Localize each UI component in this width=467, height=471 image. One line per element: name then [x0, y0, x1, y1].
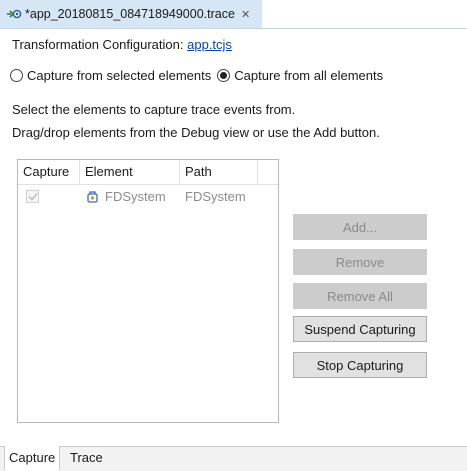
- column-header-path[interactable]: Path: [180, 160, 258, 184]
- remove-all-button[interactable]: Remove All: [293, 283, 427, 309]
- instruction-line-2: Drag/drop elements from the Debug view o…: [12, 125, 380, 140]
- capture-elements-table[interactable]: Capture Element Path FDSystem FDSystem: [17, 159, 279, 423]
- trace-file-icon: [6, 6, 22, 22]
- add-button[interactable]: Add...: [293, 214, 427, 240]
- radio-label-all: Capture from all elements: [234, 68, 384, 83]
- capture-cell: [18, 185, 80, 209]
- radio-capture-all[interactable]: Capture from all elements: [217, 68, 383, 83]
- capture-checkbox[interactable]: [26, 190, 39, 203]
- capsule-icon: [86, 190, 100, 204]
- checkmark-icon: [27, 193, 38, 201]
- config-row: Transformation Configuration: app.tcjs: [12, 37, 232, 52]
- radio-button-checked[interactable]: [217, 69, 231, 82]
- page-tab-bar: Capture Trace: [0, 446, 467, 471]
- close-icon[interactable]: ✕: [241, 8, 250, 21]
- table-row[interactable]: FDSystem FDSystem: [18, 185, 278, 209]
- capture-mode-group: Capture from selected elements Capture f…: [10, 68, 389, 83]
- tab-capture[interactable]: Capture: [4, 446, 61, 471]
- table-header: Capture Element Path: [18, 160, 278, 185]
- radio-label-selected: Capture from selected elements: [27, 68, 212, 83]
- editor-tab-strip: *app_20180815_084718949000.trace ✕: [0, 0, 467, 29]
- path-cell: FDSystem: [185, 189, 246, 204]
- element-cell: FDSystem: [80, 185, 180, 209]
- radio-capture-selected[interactable]: Capture from selected elements: [10, 68, 211, 83]
- config-link[interactable]: app.tcjs: [187, 37, 232, 52]
- element-name: FDSystem: [105, 189, 166, 204]
- column-header-element[interactable]: Element: [80, 160, 180, 184]
- stop-capturing-button[interactable]: Stop Capturing: [293, 352, 427, 378]
- tab-trace[interactable]: Trace: [66, 446, 107, 471]
- column-header-filler: [258, 160, 278, 184]
- config-label: Transformation Configuration:: [12, 37, 184, 52]
- remove-button[interactable]: Remove: [293, 249, 427, 275]
- editor-tab-title: *app_20180815_084718949000.trace: [25, 7, 235, 21]
- column-header-capture[interactable]: Capture: [18, 160, 80, 184]
- tab-divider: [0, 28, 467, 29]
- suspend-capturing-button[interactable]: Suspend Capturing: [293, 316, 427, 342]
- radio-button-unchecked[interactable]: [10, 69, 23, 82]
- editor-tab[interactable]: *app_20180815_084718949000.trace ✕: [0, 0, 262, 28]
- instruction-line-1: Select the elements to capture trace eve…: [12, 102, 296, 117]
